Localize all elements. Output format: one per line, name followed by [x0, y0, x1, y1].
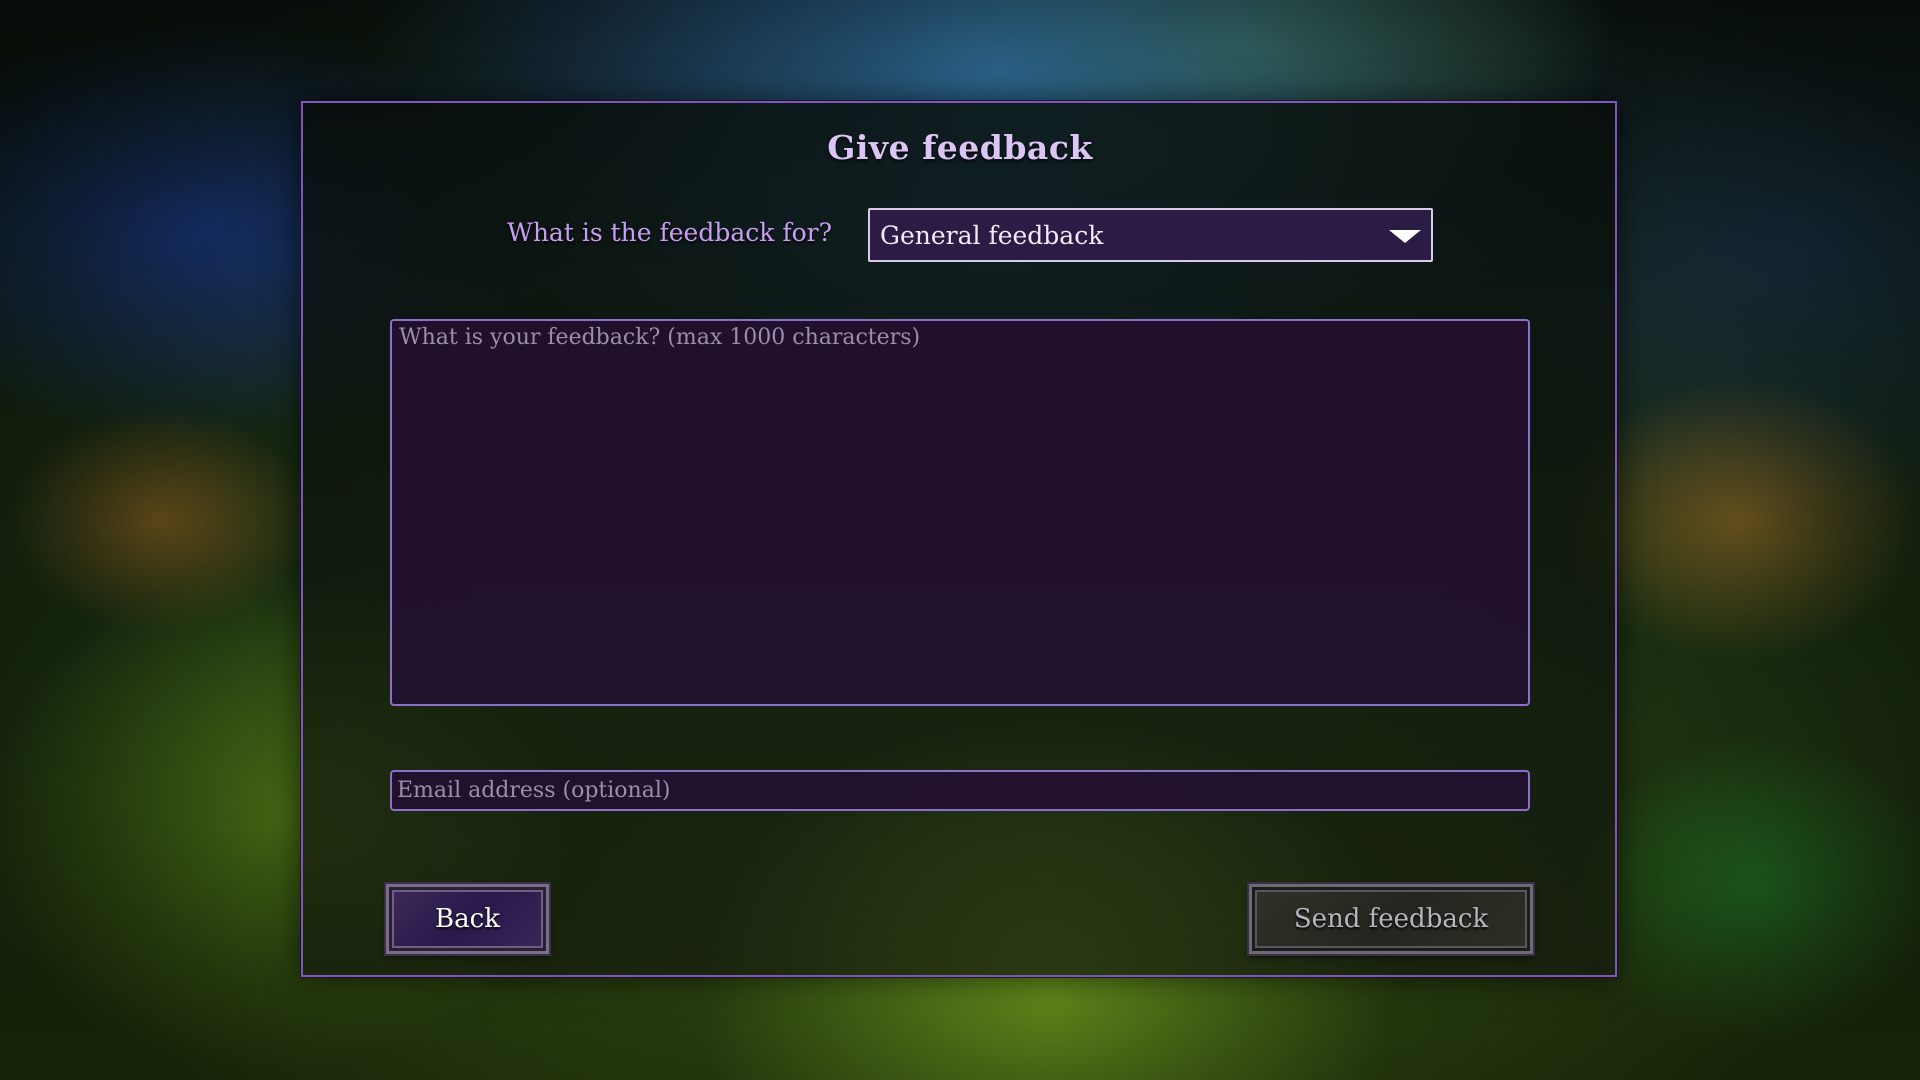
email-field[interactable]: [390, 770, 1530, 811]
feedback-category-selected-value: General feedback: [880, 221, 1104, 250]
feedback-text-input[interactable]: [390, 319, 1530, 706]
send-feedback-button[interactable]: Send feedback: [1247, 882, 1535, 956]
dialog-title: Give feedback: [827, 128, 1093, 167]
chevron-down-icon: [1389, 230, 1421, 243]
back-button[interactable]: Back: [384, 882, 551, 956]
feedback-category-label: What is the feedback for?: [507, 218, 832, 247]
feedback-category-dropdown[interactable]: General feedback: [868, 208, 1433, 262]
